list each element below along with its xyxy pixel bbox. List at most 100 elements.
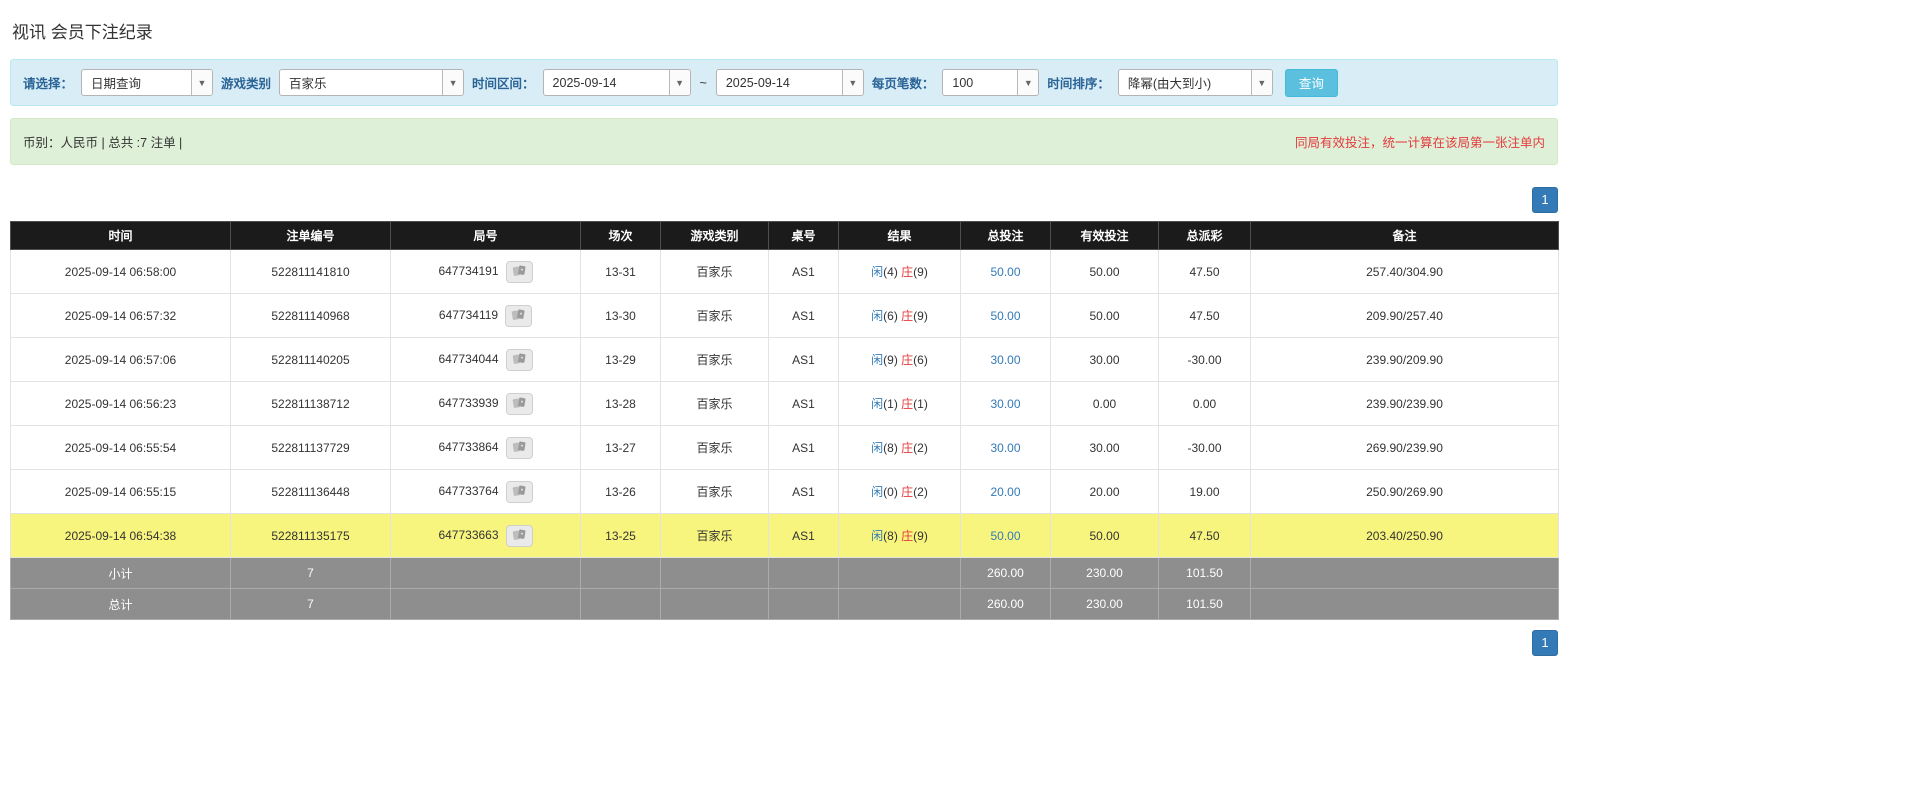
- total-bet-link[interactable]: 30.00: [990, 397, 1020, 411]
- session-cell: 13-30: [580, 293, 661, 338]
- time-sort-value: 降幂(由大到小): [1127, 77, 1212, 91]
- summary-label-cell: 小计: [10, 557, 231, 589]
- payout-cell: 47.50: [1158, 249, 1251, 294]
- result-player-label: 闲: [871, 265, 884, 279]
- result-banker-label: 庄: [901, 265, 914, 279]
- result-banker-score: (1): [913, 397, 928, 411]
- date-from-value: 2025-09-14: [552, 75, 617, 90]
- total-bet-link[interactable]: 50.00: [990, 265, 1020, 279]
- column-header: 有效投注: [1050, 221, 1159, 250]
- result-player-label: 闲: [871, 397, 884, 411]
- session-cell: 13-29: [580, 337, 661, 382]
- column-header: 总投注: [960, 221, 1051, 250]
- view-cards-button[interactable]: [505, 260, 533, 283]
- result-banker-score: (9): [913, 265, 928, 279]
- summary-empty-cell: [580, 557, 661, 589]
- page-size-select[interactable]: 100 ▼: [942, 69, 1040, 96]
- filter-bar: 请选择： 日期查询 ▼ 游戏类别 百家乐 ▼ 时间区间： 2025-09-14 …: [10, 59, 1558, 106]
- result-player-score: (0): [883, 485, 902, 499]
- round-cell: 647734044: [390, 337, 581, 382]
- pagination-top: 1: [10, 187, 1558, 213]
- round-number: 647734044: [438, 351, 499, 366]
- view-cards-button[interactable]: [505, 480, 533, 503]
- result-cell: 闲(1) 庄(1): [838, 381, 961, 426]
- query-type-select[interactable]: 日期查询 ▼: [81, 69, 214, 96]
- result-cell: 闲(8) 庄(9): [838, 513, 961, 558]
- result-player-score: (9): [883, 353, 902, 367]
- column-header: 游戏类别: [660, 221, 769, 250]
- session-cell: 13-28: [580, 381, 661, 426]
- payout-cell: -30.00: [1158, 337, 1251, 382]
- bet-record-row: 2025-09-14 06:57:06 522811140205 647734044…: [10, 337, 1559, 382]
- total-bet-link[interactable]: 20.00: [990, 485, 1020, 499]
- round-number: 647733663: [438, 527, 499, 542]
- bet-id-cell: 522811140968: [230, 293, 391, 338]
- summary-empty-cell: [1250, 588, 1559, 620]
- game-type-select[interactable]: 百家乐 ▼: [279, 69, 465, 96]
- payout-cell: 19.00: [1158, 469, 1251, 514]
- time-sort-select[interactable]: 降幂(由大到小) ▼: [1117, 69, 1273, 96]
- summary-empty-cell: [768, 557, 839, 589]
- cards-icon: [511, 309, 525, 320]
- summary-count-cell: 7: [230, 588, 391, 620]
- page-button[interactable]: 1: [1532, 630, 1558, 656]
- round-cell: 647734119: [390, 293, 581, 338]
- date-from-select[interactable]: 2025-09-14 ▼: [542, 69, 691, 96]
- total-bet-link[interactable]: 30.00: [990, 353, 1020, 367]
- result-banker-label: 庄: [901, 309, 914, 323]
- bet-record-row: 2025-09-14 06:56:23 522811138712 647733939…: [10, 381, 1559, 426]
- cards-icon: [512, 397, 526, 408]
- bet-record-row: 2025-09-14 06:54:38 522811135175 647733663…: [10, 513, 1559, 558]
- query-type-label: 请选择：: [23, 77, 74, 91]
- date-to-select[interactable]: 2025-09-14 ▼: [715, 69, 864, 96]
- summary-empty-cell: [390, 557, 581, 589]
- view-cards-button[interactable]: [505, 392, 533, 415]
- view-cards-button[interactable]: [505, 348, 533, 371]
- time-cell: 2025-09-14 06:56:23: [10, 381, 231, 426]
- total-bet-link[interactable]: 30.00: [990, 441, 1020, 455]
- bet-records-table: 时间 注单编号 局号 场次 游戏类别 桌号 结果 总投注 有效投注 总派彩 备注 2025-09-1…: [10, 221, 1559, 620]
- view-cards-button[interactable]: [505, 304, 533, 327]
- query-type-value: 日期查询: [91, 77, 142, 91]
- table-no-cell: AS1: [768, 249, 839, 294]
- summary-row: 小计 7 260.00 230.00 101.50: [10, 557, 1559, 589]
- remark-cell: 269.90/239.90: [1250, 425, 1559, 470]
- session-cell: 13-31: [580, 249, 661, 294]
- cards-icon: [512, 353, 526, 364]
- cards-icon: [512, 529, 526, 540]
- summary-row: 总计 7 260.00 230.00 101.50: [10, 588, 1559, 620]
- total-bet-link[interactable]: 50.00: [990, 529, 1020, 543]
- summary-valid-bet-cell: 230.00: [1050, 557, 1159, 589]
- game-type-cell: 百家乐: [660, 293, 769, 338]
- bet-id-cell: 522811135175: [230, 513, 391, 558]
- chevron-down-icon: ▼: [442, 70, 464, 95]
- currency-total-text: 币别：人民币 | 总共 :7 注单 |: [23, 136, 183, 150]
- column-header: 场次: [580, 221, 661, 250]
- result-banker-score: (9): [913, 309, 928, 323]
- chevron-down-icon: ▼: [841, 70, 863, 95]
- view-cards-button[interactable]: [505, 436, 533, 459]
- remark-cell: 203.40/250.90: [1250, 513, 1559, 558]
- result-banker-score: (6): [913, 353, 928, 367]
- summary-empty-cell: [838, 557, 961, 589]
- column-header: 总派彩: [1158, 221, 1251, 250]
- round-number: 647734191: [438, 263, 499, 278]
- view-cards-button[interactable]: [505, 524, 533, 547]
- valid-bet-cell: 20.00: [1050, 469, 1159, 514]
- result-banker-score: (2): [913, 441, 928, 455]
- round-cell: 647733764: [390, 469, 581, 514]
- result-player-label: 闲: [871, 441, 884, 455]
- session-cell: 13-27: [580, 425, 661, 470]
- valid-bet-cell: 50.00: [1050, 293, 1159, 338]
- time-cell: 2025-09-14 06:55:54: [10, 425, 231, 470]
- total-bet-link[interactable]: 50.00: [990, 309, 1020, 323]
- round-cell: 647733864: [390, 425, 581, 470]
- search-button[interactable]: 查询: [1284, 68, 1338, 97]
- summary-empty-cell: [838, 588, 961, 620]
- remark-cell: 209.90/257.40: [1250, 293, 1559, 338]
- result-player-label: 闲: [871, 485, 884, 499]
- round-number: 647734119: [438, 307, 499, 322]
- game-type-value: 百家乐: [289, 77, 327, 91]
- page-button[interactable]: 1: [1532, 187, 1558, 213]
- summary-empty-cell: [580, 588, 661, 620]
